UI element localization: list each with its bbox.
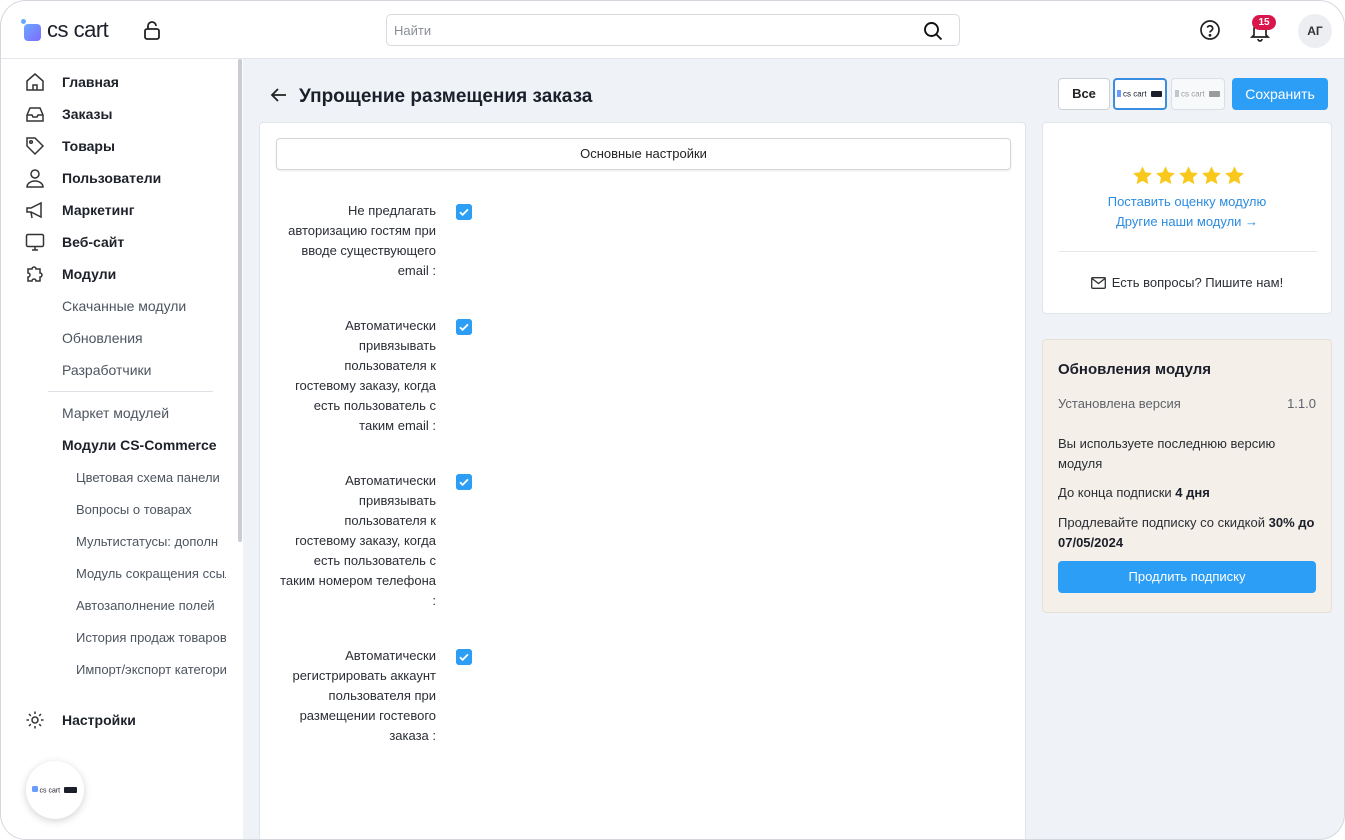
module-updates-card: Обновления модуля Установлена версия 1.1…: [1042, 339, 1332, 613]
settings-panel: Основные настройки Не предлагать авториз…: [259, 122, 1026, 839]
sidebar-module-item[interactable]: Импорт/экспорт категорий: [76, 662, 226, 677]
sidebar-item-label: Маркетинг: [62, 202, 135, 218]
subscription-prefix: До конца подписки: [1058, 485, 1172, 500]
sidebar-sub-market[interactable]: Маркет модулей: [62, 405, 169, 421]
home-icon: [26, 73, 44, 91]
extend-subscription-button[interactable]: Продлить подписку: [1058, 561, 1316, 593]
monitor-icon: [25, 233, 45, 251]
user-icon: [26, 169, 44, 188]
rating-card: Поставить оценку модулю Другие наши моду…: [1042, 122, 1332, 314]
logo-mark-icon: [21, 19, 41, 41]
other-modules-link[interactable]: Другие наши модули →: [1043, 214, 1331, 229]
sidebar-module-item[interactable]: Мультистатусы: дополн: [76, 534, 226, 549]
sidebar-item-label: Главная: [62, 74, 119, 90]
puzzle-icon: [27, 266, 43, 282]
unlock-icon[interactable]: [143, 20, 161, 40]
page-title: Упрощение размещения заказа: [299, 86, 593, 107]
installed-version-value: 1.1.0: [1287, 396, 1316, 411]
sidebar-module-item[interactable]: Модуль сокращения ссылок: [76, 566, 226, 581]
tab-general-settings[interactable]: Основные настройки: [276, 138, 1011, 170]
sidebar-item-users[interactable]: Пользователи: [25, 167, 161, 189]
save-button[interactable]: Сохранить: [1232, 78, 1328, 110]
sidebar-sub-updates[interactable]: Обновления: [62, 330, 143, 346]
discount-prefix: Продлевайте подписку со скидкой: [1058, 515, 1265, 530]
logo-text: cs cart: [47, 17, 109, 42]
subscription-days: 4 дня: [1175, 485, 1210, 500]
subscription-remaining: До конца подписки 4 дня: [1058, 483, 1320, 503]
gear-icon: [26, 711, 44, 729]
sidebar-module-item[interactable]: История продаж товаров: [76, 630, 226, 645]
avatar[interactable]: АГ: [1298, 14, 1332, 48]
card-divider: [1059, 251, 1317, 252]
rating-stars[interactable]: [1131, 165, 1246, 187]
sidebar-item-label: Веб-сайт: [62, 234, 125, 250]
notification-badge: 15: [1252, 15, 1276, 30]
setting-label: Автоматически привязывать пользователя к…: [280, 473, 436, 608]
rate-module-link[interactable]: Поставить оценку модулю: [1043, 194, 1331, 209]
setting-checkbox[interactable]: [456, 649, 472, 665]
sidebar-module-item[interactable]: Автозаполнение полей: [76, 598, 226, 613]
sidebar-sub-downloaded[interactable]: Скачанные модули: [62, 298, 186, 314]
sidebar-sub-cs-commerce[interactable]: Модули CS-Commerce: [62, 437, 217, 453]
sidebar-item-label: Модули: [62, 266, 117, 282]
app-window: cs cart 15 АГ: [0, 0, 1345, 840]
star-icon: [1156, 166, 1175, 185]
star-icon: [1179, 166, 1198, 185]
storefront-logo-icon: cs cart: [1117, 90, 1162, 99]
sidebar-divider: [48, 391, 213, 392]
latest-version-text: Вы используете последнюю версию модуля: [1058, 436, 1276, 471]
logo[interactable]: cs cart: [21, 17, 109, 43]
storefront-logo-icon: cs cart: [1175, 90, 1220, 99]
sidebar: Главная Заказы Товары Пользователи Марке…: [1, 59, 243, 839]
search-icon[interactable]: [923, 21, 943, 41]
contact-link[interactable]: Есть вопросы? Пишите нам!: [1043, 275, 1331, 290]
svg-text:cs cart: cs cart: [1123, 90, 1147, 99]
installed-version-label: Установлена версия: [1058, 396, 1181, 411]
top-bar: cs cart 15 АГ: [1, 1, 1344, 59]
storefront-button-active[interactable]: cs cart: [1113, 78, 1167, 110]
sidebar-item-label: Пользователи: [62, 170, 162, 186]
sidebar-item-website[interactable]: Веб-сайт: [25, 231, 124, 253]
star-icon: [1133, 166, 1152, 185]
sidebar-item-marketing[interactable]: Маркетинг: [25, 199, 135, 221]
sidebar-sub-developers[interactable]: Разработчики: [62, 362, 151, 378]
mail-icon: [1090, 276, 1106, 289]
storefront-button[interactable]: cs cart: [1171, 78, 1225, 110]
all-storefronts-button[interactable]: Все: [1058, 78, 1110, 110]
setting-checkbox[interactable]: [456, 204, 472, 220]
svg-text:cs cart: cs cart: [1181, 90, 1205, 99]
search-box: [386, 14, 960, 46]
floating-logo-button[interactable]: cs cart: [26, 761, 84, 819]
search-input[interactable]: [387, 15, 907, 45]
star-icon: [1202, 166, 1221, 185]
svg-text:cs cart: cs cart: [40, 788, 61, 795]
sidebar-item-label: Заказы: [62, 106, 113, 122]
sidebar-item-products[interactable]: Товары: [25, 135, 115, 157]
help-icon[interactable]: [1199, 19, 1221, 41]
setting-label: Автоматически регистрировать аккаунт пол…: [292, 648, 436, 743]
back-arrow-icon[interactable]: [269, 85, 289, 105]
sidebar-module-item[interactable]: Цветовая схема панели: [76, 470, 226, 485]
sidebar-item-orders[interactable]: Заказы: [25, 103, 112, 125]
setting-label: Не предлагать авторизацию гостям при вво…: [288, 203, 436, 278]
sidebar-item-modules[interactable]: Модули: [25, 263, 116, 285]
megaphone-icon: [26, 201, 42, 219]
setting-checkbox[interactable]: [456, 319, 472, 335]
updates-title: Обновления модуля: [1058, 361, 1212, 378]
sidebar-item-home[interactable]: Главная: [25, 71, 119, 93]
setting-label: Автоматически привязывать пользователя к…: [295, 318, 436, 433]
contact-text: Есть вопросы? Пишите нам!: [1111, 275, 1284, 290]
sidebar-module-item[interactable]: Вопросы о товарах: [76, 502, 226, 517]
sidebar-scrollbar[interactable]: [238, 59, 242, 542]
sidebar-item-label: Товары: [62, 138, 115, 154]
sidebar-item-label: Настройки: [62, 712, 136, 728]
tag-icon: [26, 137, 45, 156]
cs-cart-logo-icon: cs cart: [32, 786, 77, 795]
inbox-icon: [26, 107, 44, 122]
star-icon: [1225, 166, 1244, 185]
setting-checkbox[interactable]: [456, 474, 472, 490]
sidebar-item-settings[interactable]: Настройки: [25, 709, 136, 731]
discount-text: Продлевайте подписку со скидкой 30% до 0…: [1058, 513, 1320, 553]
